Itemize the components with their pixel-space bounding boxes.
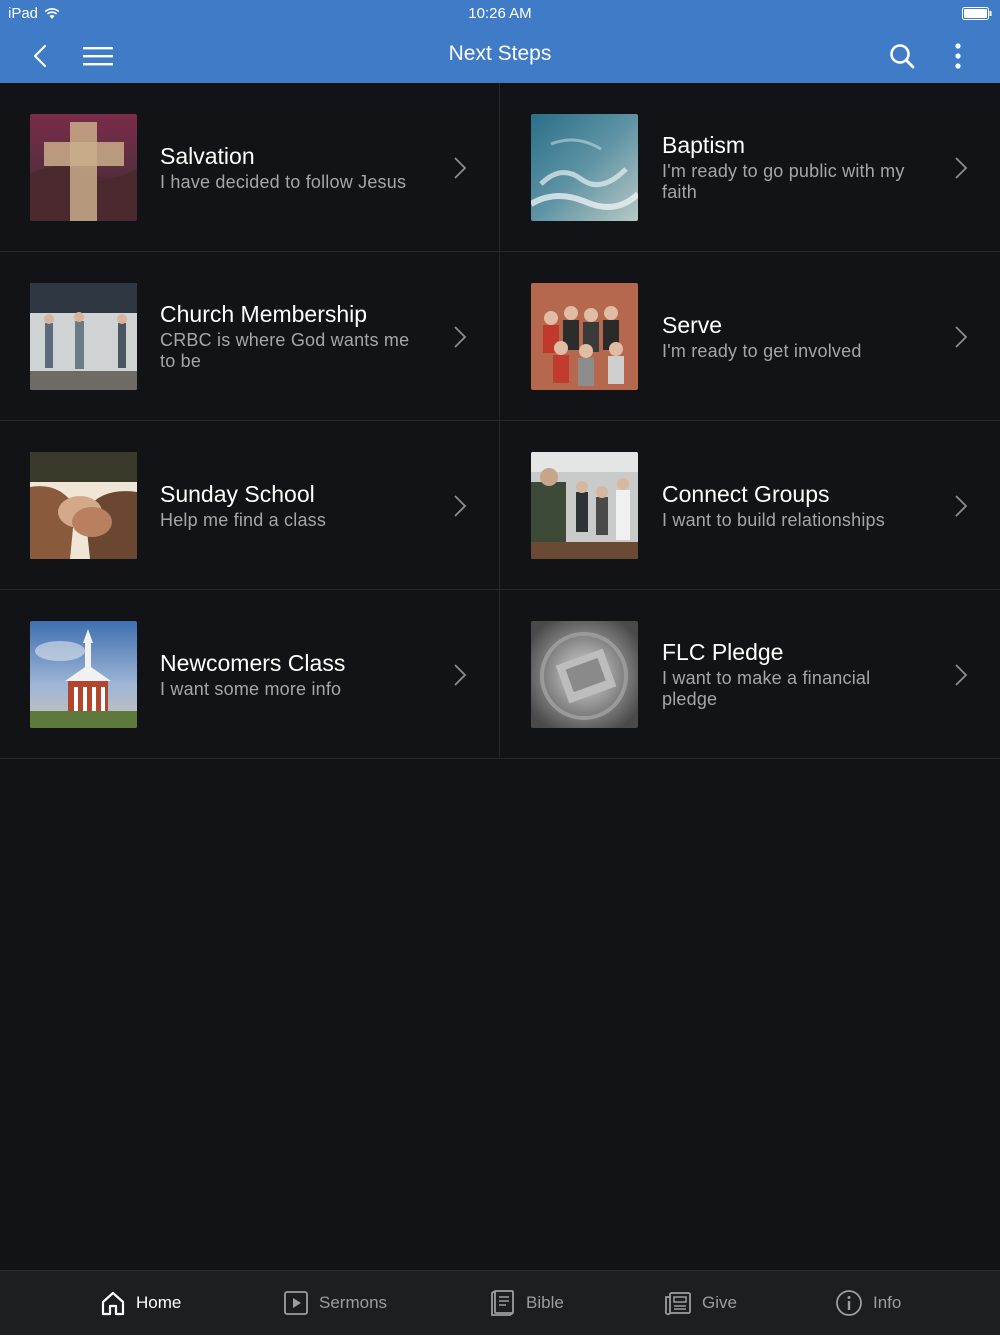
list-item-serve[interactable]: Serve I'm ready to get involved — [500, 252, 1000, 421]
item-text: Sunday School Help me find a class — [160, 421, 429, 589]
salvation-thumbnail — [30, 114, 137, 221]
chevron-right-icon — [955, 495, 968, 517]
item-text: Salvation I have decided to follow Jesus — [160, 83, 429, 251]
item-title: Connect Groups — [662, 480, 830, 507]
page-title: Next Steps — [448, 42, 552, 65]
list-item-newcomers-class[interactable]: Newcomers Class I want some more info — [0, 590, 500, 759]
list-item-flc-pledge[interactable]: FLC Pledge I want to make a financial pl… — [500, 590, 1000, 759]
item-text: Connect Groups I want to build relations… — [662, 421, 930, 589]
list-item-baptism[interactable]: Baptism I'm ready to go public with my f… — [500, 83, 1000, 252]
item-text: FLC Pledge I want to make a financial pl… — [662, 590, 930, 758]
chevron-right-icon — [955, 157, 968, 179]
next-steps-grid: Salvation I have decided to follow Jesus — [0, 83, 1000, 759]
tab-home[interactable]: Home — [100, 1271, 181, 1335]
tab-label: Info — [873, 1293, 902, 1312]
navigation-bar: Next Steps — [0, 28, 1000, 83]
newspaper-icon — [664, 1292, 691, 1316]
list-item-connect-groups[interactable]: Connect Groups I want to build relations… — [500, 421, 1000, 590]
info-icon — [836, 1290, 862, 1316]
list-item-sunday-school[interactable]: Sunday School Help me find a class — [0, 421, 500, 590]
serve-thumbnail — [531, 283, 638, 390]
item-text: Church Membership CRBC is where God want… — [160, 252, 429, 420]
tab-label: Home — [136, 1293, 182, 1312]
item-subtitle: I want to make a financial pledge — [662, 668, 871, 709]
item-title: Salvation — [160, 142, 255, 169]
item-subtitle: I want to build relationships — [662, 509, 885, 530]
search-icon — [890, 44, 915, 69]
church-membership-thumbnail — [30, 283, 137, 390]
tab-bible[interactable]: Bible — [490, 1271, 564, 1335]
item-text: Baptism I'm ready to go public with my f… — [662, 83, 930, 251]
item-subtitle: I'm ready to get involved — [662, 340, 862, 361]
item-subtitle: I want some more info — [160, 678, 342, 699]
status-bar: iPad 10:26 AM — [0, 0, 1000, 28]
item-text: Newcomers Class I want some more info — [160, 590, 429, 758]
battery-icon — [962, 7, 992, 20]
search-button[interactable] — [884, 38, 920, 74]
newcomers-class-thumbnail — [30, 621, 137, 728]
chevron-right-icon — [454, 326, 467, 348]
sunday-school-thumbnail — [30, 452, 137, 559]
more-vertical-icon — [955, 43, 961, 69]
item-title: Church Membership — [160, 301, 368, 327]
home-icon — [101, 1291, 125, 1316]
tab-sermons[interactable]: Sermons — [283, 1271, 387, 1335]
item-title: Serve — [662, 311, 723, 338]
item-subtitle: I have decided to follow Jesus — [160, 171, 407, 192]
item-title: Sunday School — [160, 480, 315, 507]
item-title: FLC Pledge — [662, 639, 784, 665]
chevron-right-icon — [454, 157, 467, 179]
item-title: Baptism — [662, 132, 746, 158]
book-icon — [491, 1290, 514, 1316]
item-title: Newcomers Class — [160, 649, 346, 676]
more-options-button[interactable] — [940, 38, 976, 74]
list-item-church-membership[interactable]: Church Membership CRBC is where God want… — [0, 252, 500, 421]
connect-groups-thumbnail — [531, 452, 638, 559]
chevron-right-icon — [454, 664, 467, 686]
tab-bar: Home Sermons Bible Give Info — [0, 1270, 1000, 1335]
item-subtitle: Help me find a class — [160, 509, 327, 530]
status-time: 10:26 AM — [468, 5, 532, 22]
item-subtitle: CRBC is where God wants me to be — [160, 330, 410, 371]
tab-label: Bible — [526, 1293, 564, 1312]
flc-pledge-thumbnail — [531, 621, 638, 728]
list-item-salvation[interactable]: Salvation I have decided to follow Jesus — [0, 83, 500, 252]
chevron-right-icon — [955, 326, 968, 348]
item-subtitle: I'm ready to go public with my faith — [662, 161, 905, 202]
baptism-thumbnail — [531, 114, 638, 221]
chevron-right-icon — [955, 664, 968, 686]
item-text: Serve I'm ready to get involved — [662, 252, 930, 420]
tab-label: Sermons — [319, 1293, 388, 1312]
chevron-right-icon — [454, 495, 467, 517]
tab-info[interactable]: Info — [835, 1271, 901, 1335]
play-icon — [284, 1291, 308, 1315]
tab-label: Give — [702, 1293, 737, 1312]
tab-give[interactable]: Give — [664, 1271, 737, 1335]
